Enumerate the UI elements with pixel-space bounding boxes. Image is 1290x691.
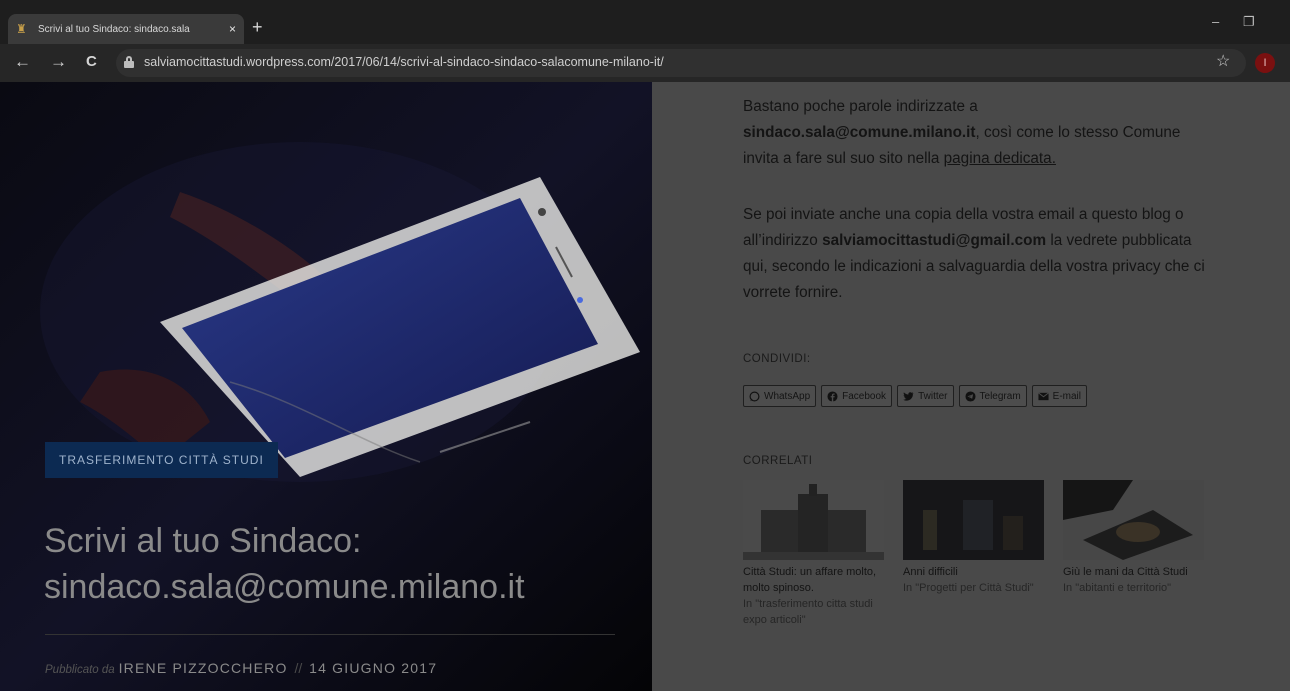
whatsapp-icon (749, 391, 760, 401)
byline-prefix: Pubblicato da (45, 664, 115, 676)
forward-icon[interactable]: → (50, 52, 67, 72)
related-thumbnail-2[interactable] (903, 480, 1044, 560)
browser-tab[interactable]: ♜ Scrivi al tuo Sindaco: sindaco.sala × (8, 14, 244, 44)
site-favicon-icon: ♜ (16, 22, 27, 36)
tab-title: Scrivi al tuo Sindaco: sindaco.sala (38, 23, 190, 35)
email-icon (1037, 391, 1049, 400)
lock-icon (124, 56, 134, 68)
related-thumbnail-1[interactable] (743, 480, 884, 560)
share-email-label: E-mail (1052, 390, 1081, 402)
share-email-button[interactable]: E-mail (1031, 385, 1087, 407)
browser-tab-strip: ♜ Scrivi al tuo Sindaco: sindaco.sala × … (0, 0, 1290, 44)
tab-close-icon[interactable]: × (229, 22, 236, 36)
share-facebook-button[interactable]: Facebook (821, 385, 893, 407)
share-telegram-button[interactable]: Telegram (958, 385, 1027, 407)
featured-image: TRASFERIMENTO CITTÀ STUDI Scrivi al tuo … (0, 82, 652, 691)
url-text[interactable]: salviamocittastudi.wordpress.com/2017/06… (144, 55, 664, 69)
byline-separator: // (294, 660, 303, 676)
new-tab-button[interactable]: + (252, 16, 263, 38)
related-category-2: In "Progetti per Città Studi" (903, 582, 1034, 594)
web-page: TRASFERIMENTO CITTÀ STUDI Scrivi al tuo … (0, 82, 1290, 691)
share-heading: CONDIVIDI: (743, 353, 811, 365)
share-whatsapp-label: WhatsApp (764, 390, 811, 402)
twitter-icon (903, 391, 914, 401)
minimize-icon[interactable]: – (1212, 14, 1219, 29)
paragraph-1-text: Bastano poche parole indirizzate a (743, 98, 978, 115)
share-facebook-label: Facebook (842, 390, 887, 402)
telegram-icon (964, 390, 976, 402)
dedicated-page-link[interactable]: pagina dedicata. (944, 150, 1056, 167)
related-category-1: In "trasferimento citta studi expo artic… (743, 598, 873, 626)
address-toolbar: ← → C salviamocittastudi.wordpress.com/2… (0, 44, 1290, 82)
paragraph-2: Se poi inviate anche una copia della vos… (743, 202, 1215, 306)
related-post-2[interactable]: Anni difficili In "Progetti per Città St… (903, 480, 1051, 596)
post-date[interactable]: 14 GIUGNO 2017 (309, 660, 437, 676)
byline: Pubblicato da IRENE PIZZOCCHERO // 14 GI… (45, 660, 437, 676)
share-twitter-label: Twitter (918, 390, 948, 402)
post-title: Scrivi al tuo Sindaco: sindaco.sala@comu… (44, 518, 634, 610)
post-content: Bastano poche parole indirizzate a sinda… (652, 82, 1290, 691)
address-bar[interactable]: salviamocittastudi.wordpress.com/2017/06… (116, 49, 1246, 77)
restore-icon[interactable]: ❐ (1243, 14, 1255, 30)
related-title-3[interactable]: Giù le mani da Città Studi (1063, 564, 1211, 580)
building-photo (743, 480, 884, 560)
related-post-3[interactable]: Giù le mani da Città Studi In "abitanti … (1063, 480, 1211, 596)
blog-email: salviamocittastudi@gmail.com (822, 232, 1047, 249)
post-title-line-1: Scrivi al tuo Sindaco: (44, 522, 362, 560)
profile-avatar[interactable]: I (1255, 53, 1275, 73)
gloved-hand-photo (1063, 480, 1204, 560)
related-thumbnail-3[interactable] (1063, 480, 1204, 560)
post-title-line-2: sindaco.sala@comune.milano.it (44, 568, 525, 606)
related-heading: CORRELATI (743, 455, 813, 467)
facebook-icon (827, 390, 838, 402)
share-telegram-label: Telegram (979, 390, 1021, 402)
related-title-1[interactable]: Città Studi: un affare molto, molto spin… (743, 564, 891, 596)
dark-room-photo (903, 480, 1044, 560)
back-icon[interactable]: ← (14, 52, 31, 72)
share-twitter-button[interactable]: Twitter (897, 385, 954, 407)
bookmark-star-icon[interactable]: ☆ (1216, 51, 1230, 71)
related-post-1[interactable]: Città Studi: un affare molto, molto spin… (743, 480, 891, 628)
title-divider (45, 634, 615, 635)
related-title-2[interactable]: Anni difficili (903, 564, 1051, 580)
share-buttons: WhatsApp Facebook Twitter Telegram E-mai… (743, 385, 1092, 407)
share-whatsapp-button[interactable]: WhatsApp (743, 385, 817, 407)
author-link[interactable]: IRENE PIZZOCCHERO (119, 660, 288, 676)
paragraph-1: Bastano poche parole indirizzate a sinda… (743, 94, 1215, 172)
related-category-3: In "abitanti e territorio" (1063, 582, 1172, 594)
mayor-email: sindaco.sala@comune.milano.it (743, 124, 976, 141)
category-badge[interactable]: TRASFERIMENTO CITTÀ STUDI (45, 442, 278, 478)
reload-icon[interactable]: C (86, 52, 97, 72)
